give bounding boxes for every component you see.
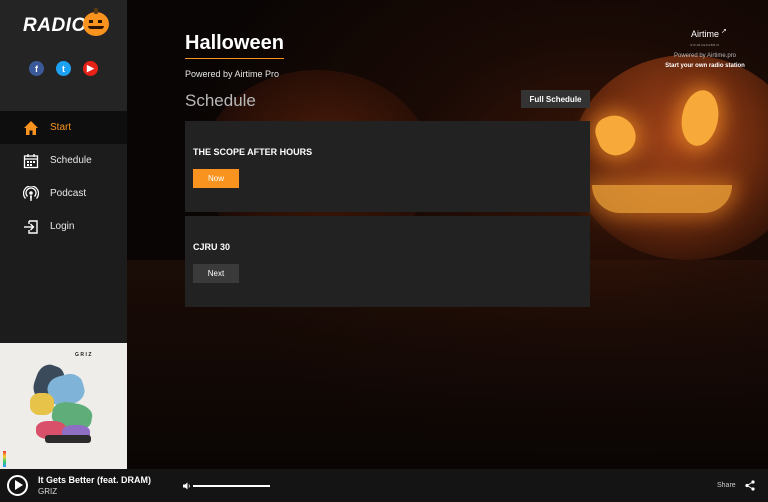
calendar-icon	[23, 153, 39, 168]
airtime-logo-text: Airtime	[690, 29, 719, 39]
now-button[interactable]: Now	[193, 169, 239, 188]
powered-by-text: Powered by Airtime Pro	[185, 69, 280, 79]
brand-header: RADIO f t ▶	[0, 0, 127, 111]
full-schedule-button[interactable]: Full Schedule	[521, 90, 590, 108]
play-button[interactable]	[7, 475, 28, 496]
show-name: THE SCOPE AFTER HOURS	[193, 147, 313, 157]
nav-item-label: Podcast	[50, 188, 87, 199]
airtime-logo[interactable]: Airtime ➚	[690, 28, 727, 39]
album-art: GRIZ	[0, 343, 127, 469]
next-button[interactable]: Next	[193, 264, 239, 283]
volume-icon[interactable]	[183, 482, 191, 490]
pumpkin-right	[572, 55, 768, 260]
track-artist: GRIZ	[38, 487, 58, 496]
nav-item-label: Schedule	[50, 155, 92, 166]
airtime-start-link[interactable]: Start your own radio station	[650, 63, 760, 69]
show-card: CJRU 30 Next	[185, 216, 590, 307]
volume-slider[interactable]	[193, 485, 270, 487]
player-bar: It Gets Better (feat. DRAM) GRIZ Share	[0, 469, 768, 502]
pumpkin-mouth	[592, 185, 732, 213]
home-icon	[24, 120, 38, 135]
track-title: It Gets Better (feat. DRAM)	[38, 475, 152, 485]
station-title: Halloween	[185, 32, 284, 59]
nav-item-login[interactable]: Login	[0, 210, 127, 243]
social-links: f t ▶	[29, 61, 98, 76]
nav-item-podcast[interactable]: Podcast	[0, 177, 127, 210]
share-icon[interactable]	[745, 480, 755, 491]
twitter-icon[interactable]: t	[56, 61, 71, 76]
podcast-icon	[23, 185, 39, 201]
sidebar: RADIO f t ▶ Start Schedule Podcast Login…	[0, 0, 127, 469]
logo-text[interactable]: RADIO	[23, 15, 87, 37]
show-card: THE SCOPE AFTER HOURS Now	[185, 121, 590, 212]
pumpkin-logo-icon	[83, 8, 109, 36]
airtime-wave-icon: ➚	[721, 28, 727, 35]
album-artist-mark: GRIZ	[75, 352, 93, 358]
airtime-subtitle: SOURCEFABRIC	[690, 43, 720, 47]
nav-item-start[interactable]: Start	[0, 111, 127, 144]
login-icon	[24, 219, 38, 234]
airtime-powered-text: Powered by Airtime.pro	[673, 53, 737, 59]
share-label[interactable]: Share	[717, 482, 736, 489]
nav-item-label: Start	[50, 122, 72, 133]
schedule-heading: Schedule	[185, 91, 256, 110]
nav-item-schedule[interactable]: Schedule	[0, 144, 127, 177]
airtime-badge[interactable]: Airtime ➚ SOURCEFABRIC Powered by Airtime…	[650, 24, 760, 69]
facebook-icon[interactable]: f	[29, 61, 44, 76]
youtube-icon[interactable]: ▶	[83, 61, 98, 76]
nav-item-label: Login	[50, 221, 75, 232]
show-name: CJRU 30	[193, 242, 231, 252]
